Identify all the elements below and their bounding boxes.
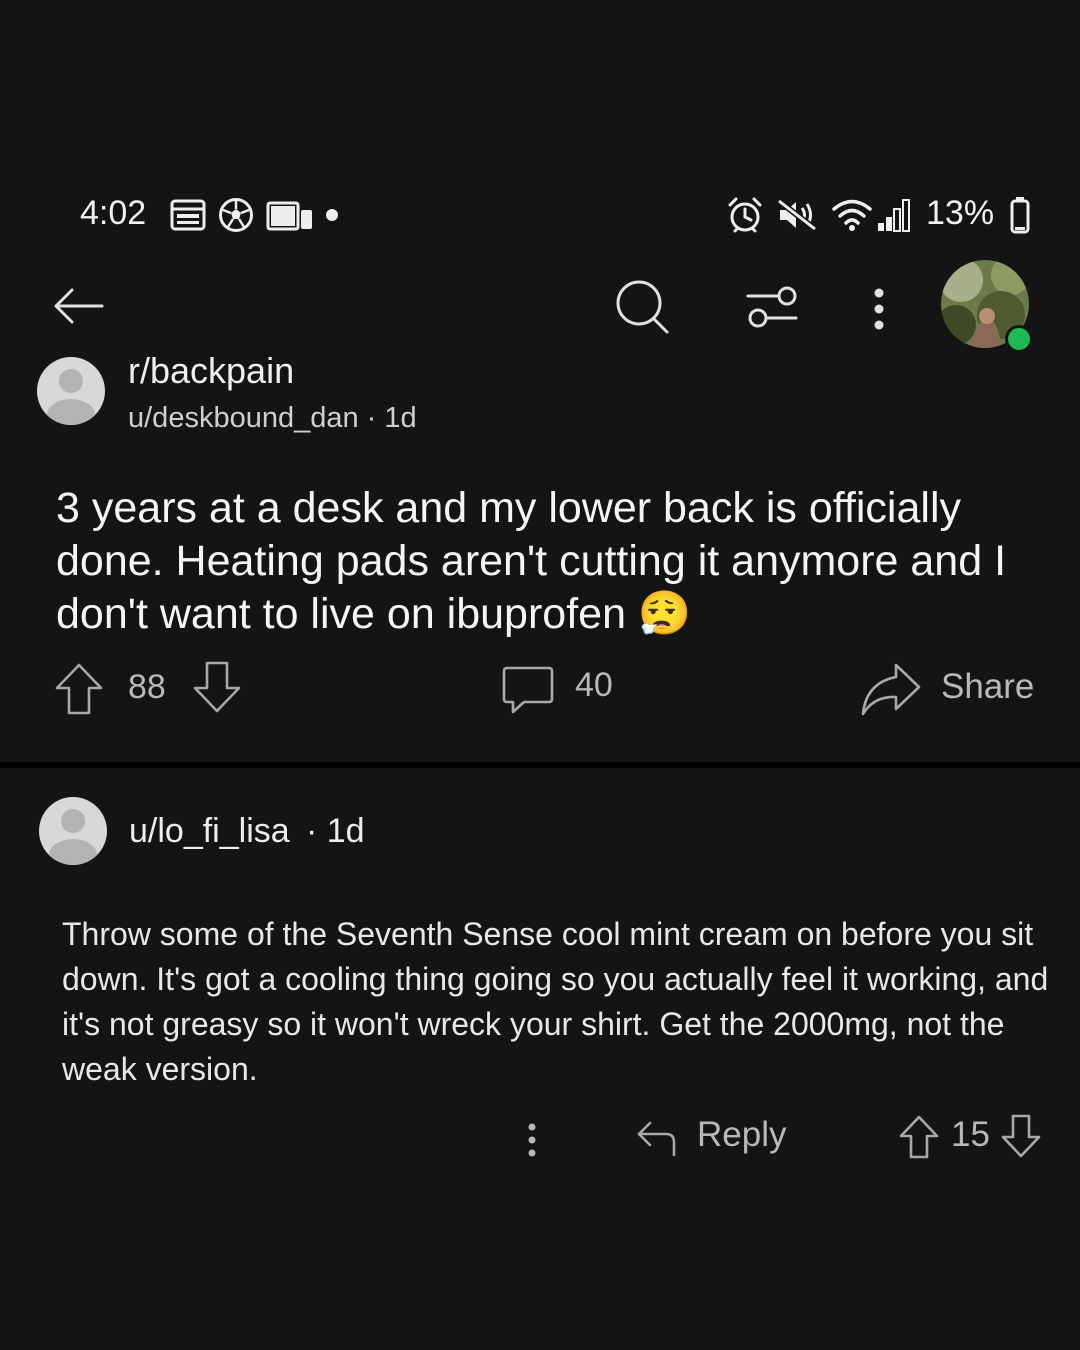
post-vote-count: 88 (128, 668, 166, 706)
share-icon[interactable] (860, 661, 922, 717)
comment-author[interactable]: u/lo_fi_lisa (129, 812, 290, 851)
reply-icon[interactable] (636, 1119, 678, 1159)
comment-vote-count: 15 (951, 1115, 990, 1154)
more-icon[interactable] (870, 286, 888, 332)
wifi-icon (832, 198, 872, 232)
comment-body: Throw some of the Seventh Sense cool min… (62, 916, 1049, 1087)
online-status-indicator (1005, 325, 1033, 353)
post-meta[interactable]: u/deskbound_dan · 1d (128, 402, 417, 435)
notification-dot-icon (326, 209, 338, 221)
status-time: 4:02 (80, 194, 147, 232)
subreddit-avatar[interactable] (37, 357, 105, 425)
comment-icon[interactable] (502, 665, 554, 715)
comment-author-avatar[interactable] (39, 797, 107, 865)
subreddit-name[interactable]: r/backpain (128, 350, 294, 392)
reply-button[interactable]: Reply (697, 1115, 786, 1155)
comment-time: · 1d (306, 812, 365, 850)
upvote-icon[interactable] (54, 662, 104, 716)
comment-downvote-icon[interactable] (1000, 1113, 1042, 1159)
signal-icon (876, 197, 916, 233)
alarm-icon (726, 196, 764, 234)
post-title: 3 years at a desk and my lower back is o… (56, 484, 1007, 638)
devices-icon (266, 200, 314, 232)
mute-icon (776, 198, 818, 232)
divider (0, 762, 1080, 768)
battery-percent: 13% (926, 194, 995, 232)
filter-icon[interactable] (744, 284, 800, 332)
battery-icon (1010, 196, 1030, 234)
browser-icon (170, 199, 206, 231)
downvote-icon[interactable] (192, 660, 242, 714)
comment-upvote-icon[interactable] (898, 1114, 940, 1160)
back-arrow-icon[interactable] (50, 284, 106, 328)
soccer-ball-icon (218, 197, 254, 233)
share-button[interactable]: Share (941, 667, 1034, 707)
search-icon[interactable] (612, 277, 672, 337)
comment-more-icon[interactable] (525, 1122, 539, 1158)
post-comment-count: 40 (575, 666, 613, 704)
